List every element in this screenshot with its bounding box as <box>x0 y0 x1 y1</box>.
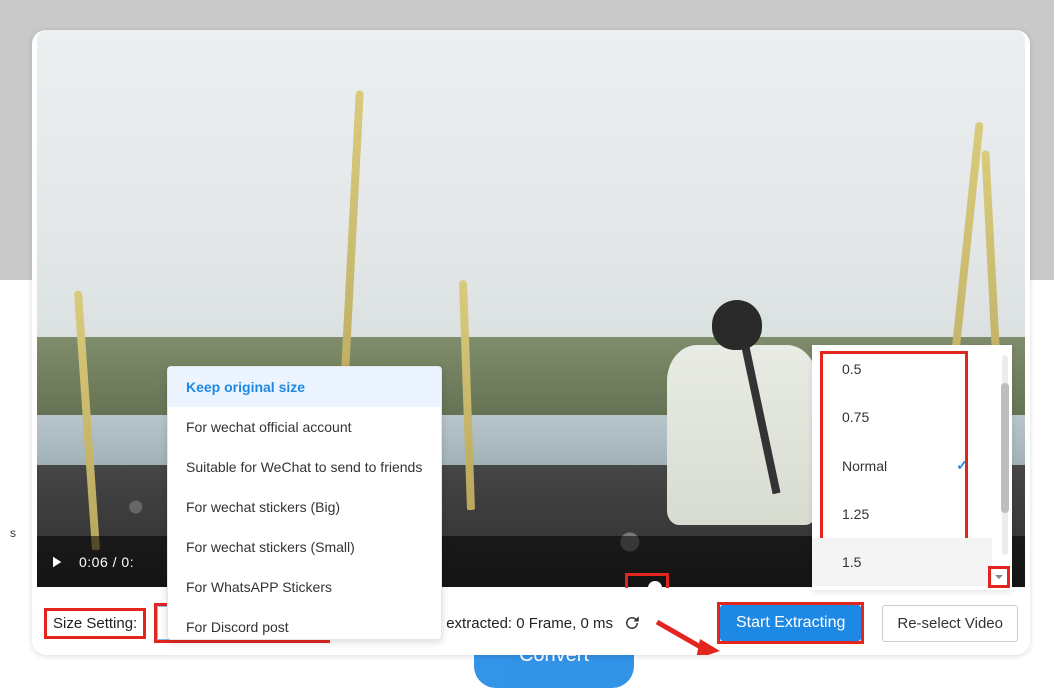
size-option-label: For WhatsAPP Stickers <box>186 579 332 595</box>
size-option-label: For wechat stickers (Small) <box>186 539 355 555</box>
speed-option[interactable]: Normal ✓ <box>812 441 992 490</box>
speed-option-label: 1.5 <box>842 554 861 570</box>
start-extracting-button[interactable]: Start Extracting <box>720 605 861 641</box>
extracted-status: extracted: 0 Frame, 0 ms <box>446 615 613 632</box>
annotation-box-progress-knob <box>625 573 669 588</box>
video-bg-person <box>657 300 827 560</box>
annotation-box-speed-more <box>988 566 1010 588</box>
speed-option-label: Normal <box>842 458 887 474</box>
size-option[interactable]: Keep original size <box>168 367 441 407</box>
annotation-arrow <box>652 617 722 655</box>
annotation-box-start-button: Start Extracting <box>717 602 864 644</box>
check-icon: ✓ <box>956 457 968 474</box>
speed-option[interactable]: 1.5 <box>812 538 992 586</box>
size-option[interactable]: For WhatsAPP Stickers <box>168 567 441 607</box>
video-bg-sky <box>37 30 1025 376</box>
speed-option[interactable]: 0.5 <box>812 345 992 393</box>
size-option-label: Keep original size <box>186 379 305 395</box>
reselect-button-label: Re-select Video <box>897 615 1003 632</box>
speed-option-label: 0.75 <box>842 409 869 425</box>
play-icon[interactable] <box>47 553 65 571</box>
speed-option-label: 0.5 <box>842 361 861 377</box>
time-display: 0:06 / 0: <box>79 554 134 570</box>
s-truncated-label: s <box>10 526 16 540</box>
speed-option[interactable]: 1.25 <box>812 490 992 538</box>
scrollbar-thumb[interactable] <box>1001 383 1009 513</box>
speed-dropdown-popup[interactable]: 0.5 0.75 Normal ✓ 1.25 1.5 <box>812 345 1012 590</box>
speed-option-label: 1.25 <box>842 506 869 522</box>
size-option-label: Suitable for WeChat to send to friends <box>186 459 422 475</box>
chevron-down-icon[interactable] <box>994 572 1004 582</box>
size-option-label: For wechat official account <box>186 419 352 435</box>
annotation-box-size-label: Size Setting: <box>44 608 146 639</box>
size-dropdown-popup[interactable]: Keep original size For wechat official a… <box>167 366 442 640</box>
size-option[interactable]: For wechat official account <box>168 407 441 447</box>
reselect-video-button[interactable]: Re-select Video <box>882 605 1018 642</box>
speed-option[interactable]: 0.75 <box>812 393 992 441</box>
size-option[interactable]: For wechat stickers (Small) <box>168 527 441 567</box>
size-setting-label: Size Setting: <box>53 615 137 632</box>
size-option-label: For Discord post <box>186 619 289 635</box>
size-option[interactable]: For wechat stickers (Big) <box>168 487 441 527</box>
size-option[interactable]: Suitable for WeChat to send to friends <box>168 447 441 487</box>
speed-option-list: 0.5 0.75 Normal ✓ 1.25 1.5 <box>812 345 992 586</box>
main-panel: 0:06 / 0: Keep original size For wechat … <box>32 30 1030 655</box>
size-option[interactable]: For Discord post <box>168 607 441 639</box>
refresh-icon[interactable] <box>623 614 641 632</box>
start-button-label: Start Extracting <box>736 614 845 631</box>
size-option-label: For wechat stickers (Big) <box>186 499 340 515</box>
